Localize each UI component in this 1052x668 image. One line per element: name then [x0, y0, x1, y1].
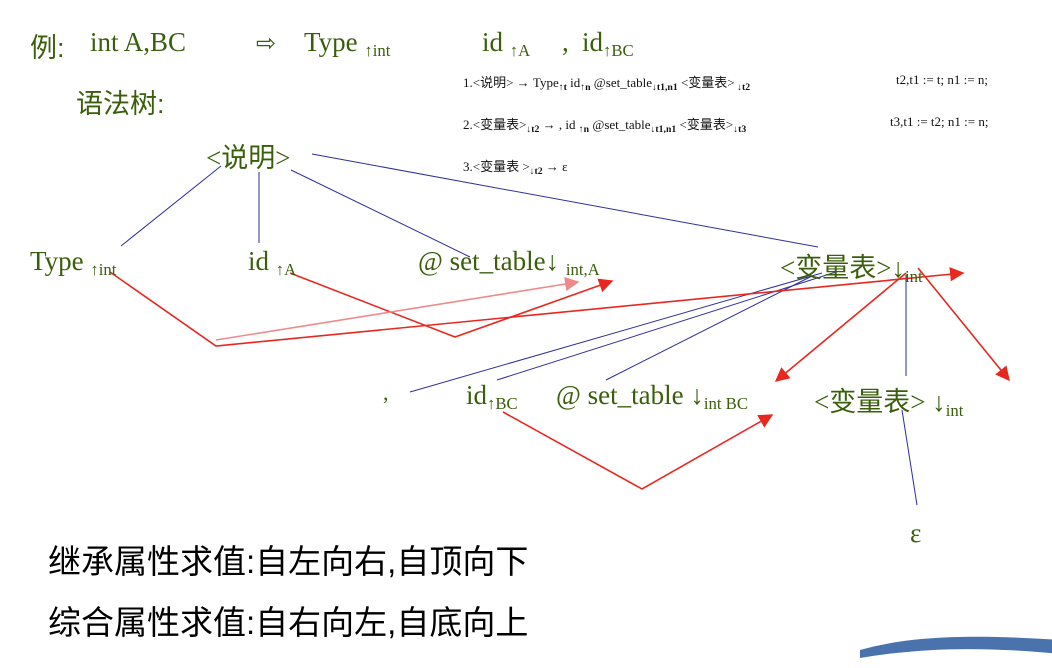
- example-input: int A,BC: [90, 27, 187, 57]
- rule-number: 1.: [463, 75, 473, 90]
- rule-body-part: Type: [532, 75, 559, 90]
- rule-lhs: <说明>: [472, 75, 514, 90]
- node-idA: id ↑A: [248, 246, 297, 280]
- node-root: <说明>: [206, 143, 291, 173]
- rule-body-part: ↑n: [580, 81, 591, 93]
- tree-label: 语法树:: [76, 89, 165, 119]
- flow-idBC-to-set2: [502, 411, 774, 490]
- rule-arrow: →: [542, 159, 563, 174]
- rule-arrow: →: [513, 75, 533, 90]
- rule-body-part: , id: [558, 117, 579, 132]
- rule-body-part: ↓t2: [734, 81, 751, 93]
- rule-body-part: <变量表>: [677, 75, 735, 90]
- derive-arrow-icon: ⇨: [256, 30, 277, 57]
- rule-lhs: <变量表>: [472, 117, 527, 132]
- rule-body-part: id: [566, 75, 581, 90]
- node-comma: ,: [383, 380, 389, 405]
- rule-action-1: t2,t1 := t; n1 := n;: [896, 72, 988, 87]
- edge-var1-comma: [409, 272, 823, 393]
- rule-body-part: ↑t: [558, 81, 567, 93]
- header-type: Type ↑int: [304, 27, 391, 61]
- flow-type-to-set1: [215, 276, 580, 341]
- synthesized-evaluation-note: 综合属性求值:自右向左,自底向上: [48, 604, 529, 641]
- edge-var1-set2: [605, 275, 813, 381]
- node-idBC: id↑BC: [466, 380, 518, 414]
- header-comma: ,: [562, 27, 569, 57]
- rule-number: 2.: [463, 117, 473, 132]
- rule-body-part: @set_table: [590, 75, 652, 90]
- rule-body-part: @set_table: [589, 117, 651, 132]
- rule-2: 2.<变量表>↓t2 → , id ↑n @set_table↓t1,n1 <变…: [463, 114, 746, 135]
- rule-3: 3.<变量表 >↓t2 → ε: [463, 156, 568, 177]
- rule-lhs: <变量表 >: [472, 159, 530, 174]
- node-set-table-1: @ set_table↓ int,A: [418, 246, 600, 280]
- inherited-evaluation-note: 继承属性求值:自左向右,自顶向下: [48, 543, 529, 580]
- flow-var1-to-var2: [917, 267, 1010, 382]
- rule-lhs-sub: ↓t2: [526, 123, 540, 135]
- rule-body-part: <变量表>: [676, 117, 734, 132]
- node-var-list-2: <变量表> ↓int: [814, 387, 964, 421]
- rule-arrow: →: [539, 117, 559, 132]
- example-label: 例:: [30, 33, 65, 63]
- node-var-list-1: <变量表>↓int: [780, 253, 923, 287]
- rule-lhs-sub: ↓t2: [529, 165, 543, 177]
- rule-body-part: ↓t1,n1: [650, 123, 677, 135]
- header-idA: id ↑A: [482, 27, 531, 61]
- node-set-table-2: @ set_table ↓int BC: [556, 380, 749, 414]
- edge-root-set1: [290, 169, 471, 258]
- edge-var2-epsilon: [901, 409, 918, 506]
- rule-body-part: ε: [562, 159, 568, 174]
- rule-1: 1.<说明> → Type↑t id↑n @set_table↓t1,n1 <变…: [463, 72, 750, 93]
- rule-body-part: ↓t3: [733, 123, 747, 135]
- node-epsilon: ε: [910, 518, 922, 548]
- rule-body-part: ↓t1,n1: [651, 81, 678, 93]
- rule-number: 3.: [463, 159, 473, 174]
- header-idBC: id↑BC: [582, 27, 634, 61]
- rule-body-part: ↑n: [578, 123, 590, 135]
- flow-idA-to-set1: [289, 272, 614, 338]
- edge-root-type: [120, 165, 222, 247]
- node-type: Type ↑int: [30, 246, 117, 280]
- decorative-swoosh-icon: [860, 636, 1052, 658]
- edge-var1-idBC: [496, 271, 837, 381]
- rule-action-2: t3,t1 := t2; n1 := n;: [890, 114, 989, 129]
